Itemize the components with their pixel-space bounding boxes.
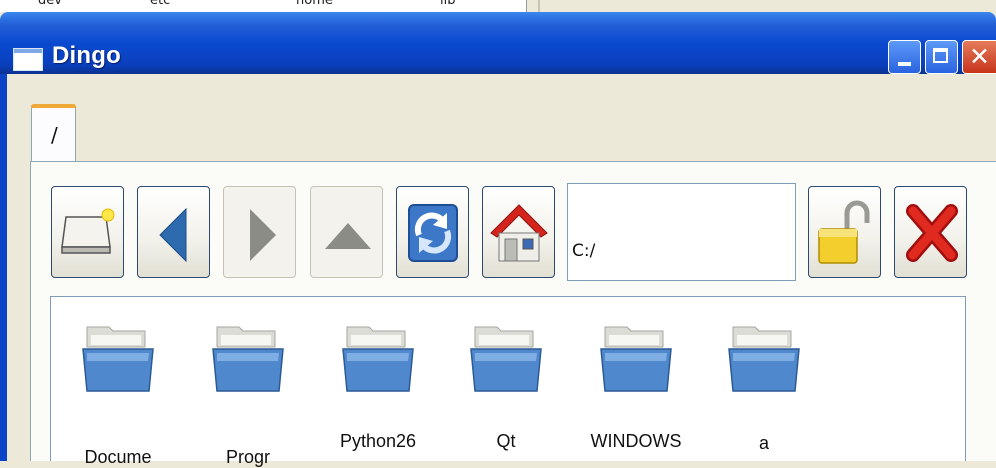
- background-item: home: [296, 0, 333, 8]
- file-view[interactable]: Docume Progr Python26 Qt WINDOWS a: [50, 296, 966, 467]
- forward-button[interactable]: [223, 186, 296, 278]
- refresh-button[interactable]: [396, 186, 469, 278]
- lock-button[interactable]: [808, 186, 881, 278]
- window-frame: [0, 74, 7, 461]
- folder-icon: [342, 326, 414, 392]
- file-name: Progr: [225, 447, 270, 467]
- refresh-icon: [408, 204, 458, 262]
- list-item[interactable]: Progr: [183, 297, 313, 467]
- close-tab-button[interactable]: [894, 186, 967, 278]
- maximize-button[interactable]: [925, 40, 958, 74]
- folder-icon: [82, 326, 154, 392]
- app-window-icon: [13, 48, 43, 71]
- drive-icon: [61, 208, 115, 254]
- list-item[interactable]: Docume: [53, 297, 183, 467]
- file-name: WINDOWS: [590, 431, 682, 451]
- minimize-icon: [898, 62, 911, 66]
- list-item[interactable]: a: [699, 297, 829, 462]
- up-button[interactable]: [310, 186, 383, 278]
- folder-icon: [600, 326, 672, 392]
- folder-icon: [470, 326, 542, 392]
- file-name: Qt: [496, 431, 516, 451]
- title-bar[interactable]: Dingo ✕: [0, 12, 996, 74]
- list-item[interactable]: WINDOWS: [571, 297, 701, 462]
- maximize-icon: [933, 48, 948, 63]
- background-item: dev: [38, 0, 62, 8]
- tab-root[interactable]: /: [31, 104, 76, 162]
- close-window-button[interactable]: ✕: [962, 40, 996, 74]
- tab-label: /: [51, 123, 58, 147]
- home-button[interactable]: [482, 186, 555, 278]
- home-icon: [490, 204, 548, 262]
- list-item[interactable]: Qt: [441, 297, 571, 462]
- close-icon: ✕: [969, 42, 990, 71]
- address-field[interactable]: [567, 183, 796, 281]
- minimize-button[interactable]: [888, 40, 921, 74]
- folder-icon: [728, 326, 800, 392]
- new-drive-button[interactable]: [51, 186, 124, 278]
- file-name: Python26: [339, 431, 417, 451]
- red-x-icon: [906, 204, 958, 262]
- background-item: lib: [440, 0, 456, 8]
- background-window: dev etc home lib: [0, 0, 996, 12]
- list-item[interactable]: Python26: [313, 297, 443, 462]
- background-splitter[interactable]: [538, 0, 540, 12]
- folder-icon: [212, 326, 284, 392]
- back-button[interactable]: [137, 186, 210, 278]
- window-title: Dingo: [52, 42, 121, 69]
- background-file-list: dev etc home lib: [0, 0, 527, 12]
- arrow-right-icon: [250, 209, 276, 261]
- background-item: etc: [150, 0, 171, 8]
- file-name: Docume: [84, 447, 152, 467]
- file-name: a: [758, 433, 769, 453]
- arrow-up-icon: [325, 223, 371, 249]
- arrow-left-icon: [159, 207, 187, 263]
- padlock-open-icon: [818, 200, 870, 264]
